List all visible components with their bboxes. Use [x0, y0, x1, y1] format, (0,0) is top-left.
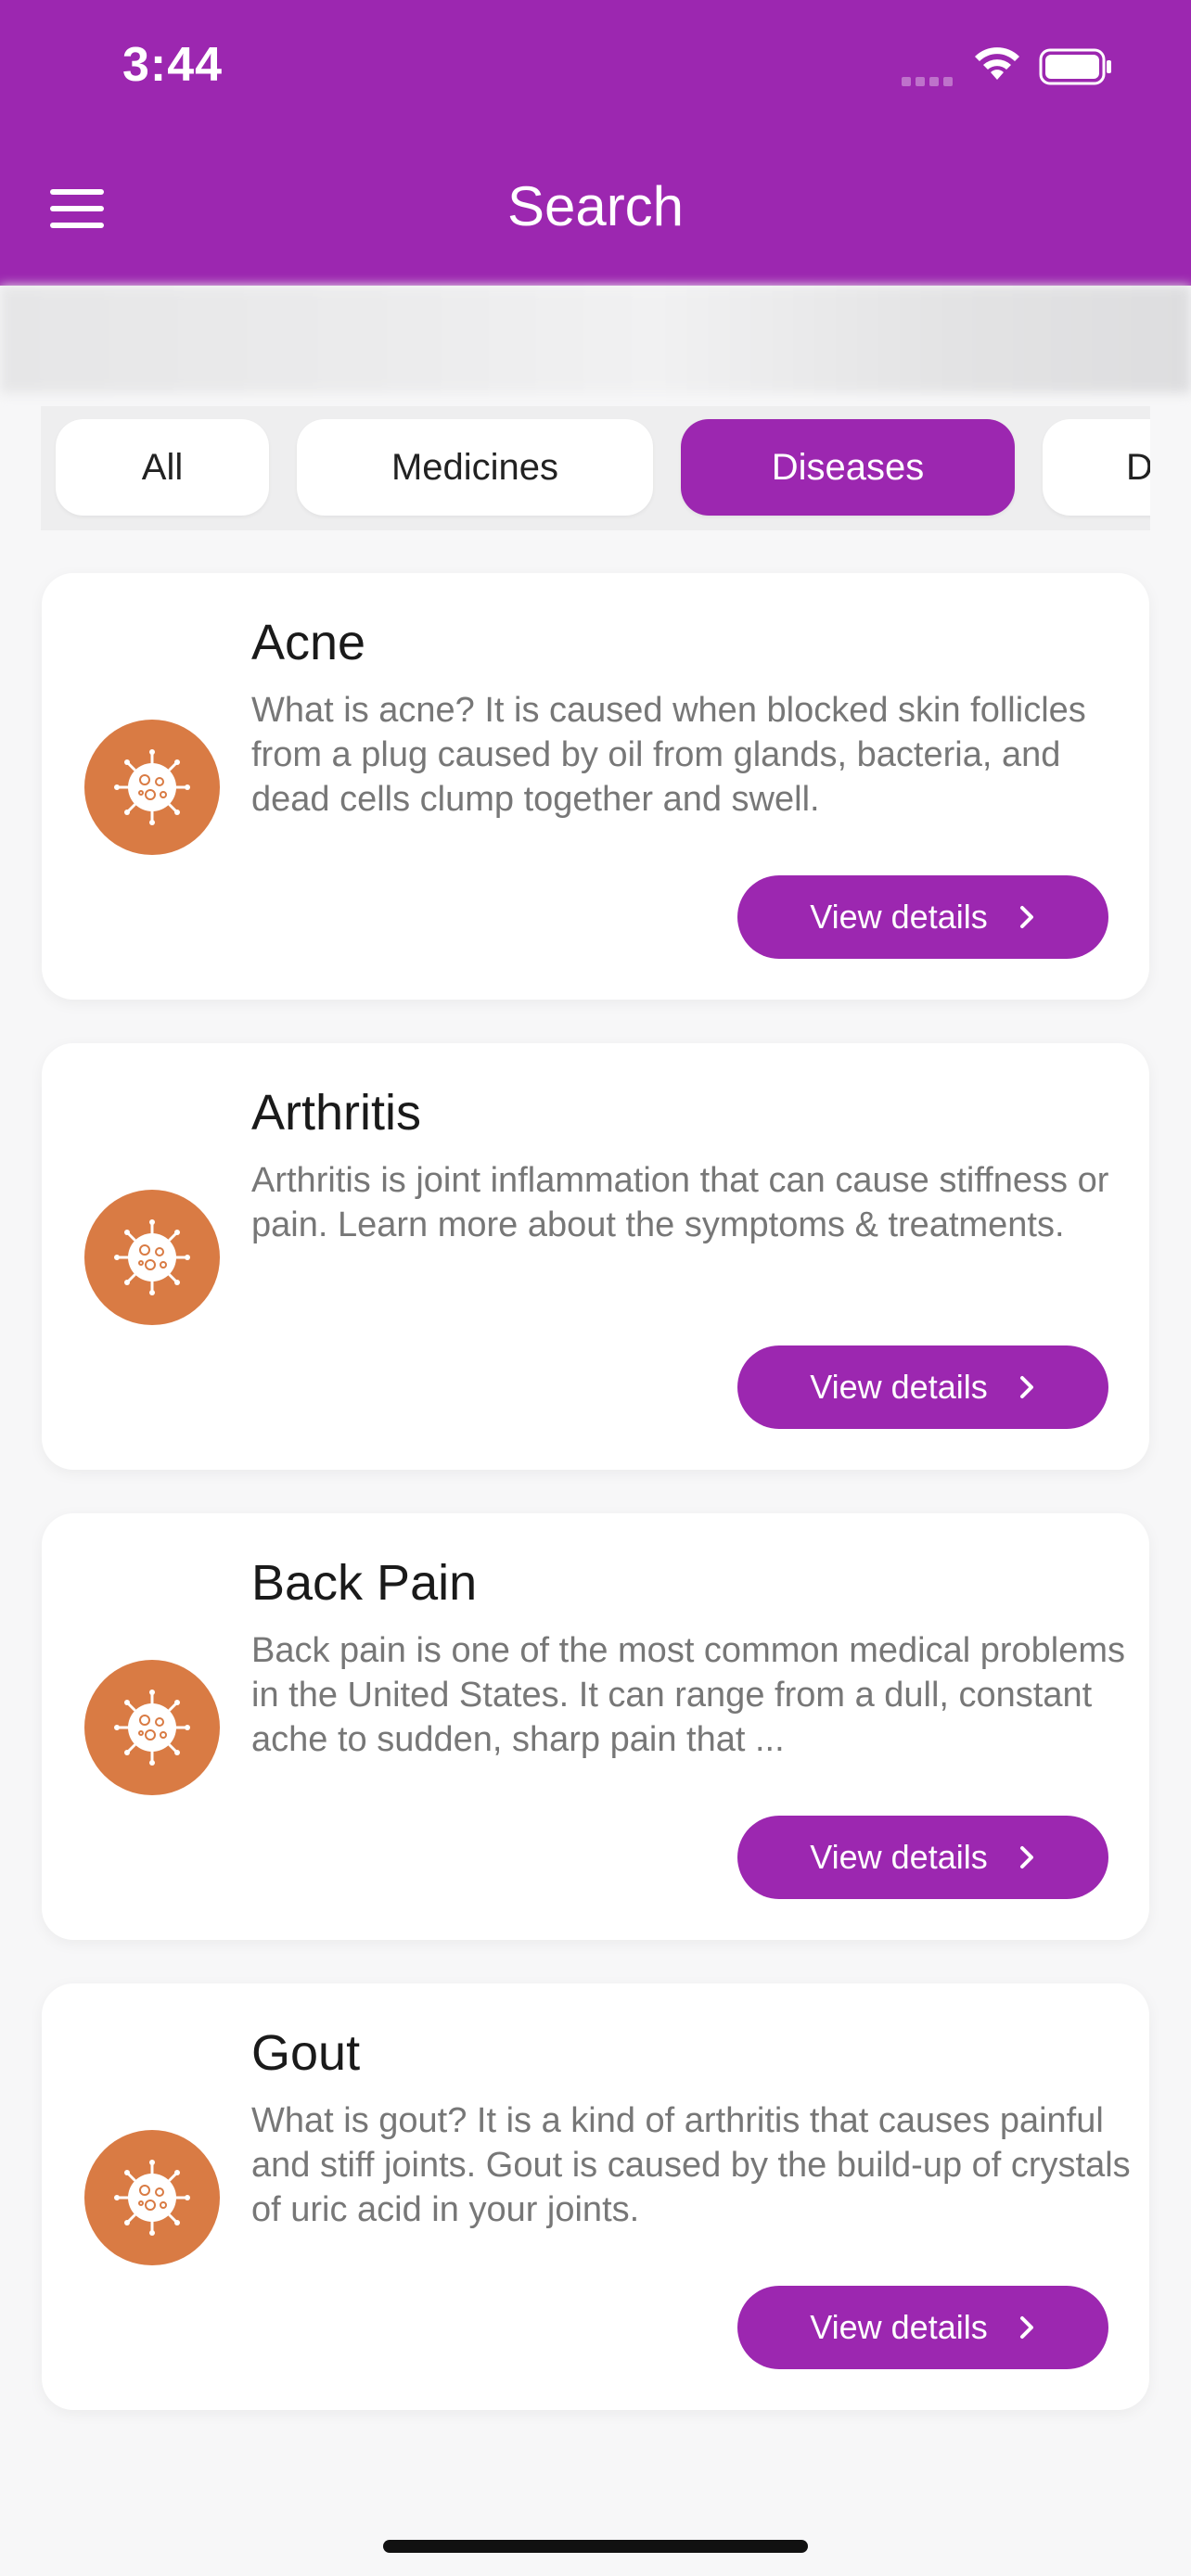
result-description: What is acne? It is caused when blocked …	[251, 691, 1086, 819]
result-card: Back Pain Back pain is one of the most c…	[42, 1513, 1149, 1940]
view-details-label: View details	[810, 1838, 988, 1876]
view-details-label: View details	[810, 2308, 988, 2346]
view-details-button[interactable]: View details	[737, 1345, 1108, 1429]
result-title: Arthritis	[251, 1085, 422, 1141]
view-details-button[interactable]: View details	[737, 2286, 1108, 2369]
view-details-button[interactable]: View details	[737, 875, 1108, 959]
home-indicator[interactable]	[383, 2540, 808, 2553]
result-title: Back Pain	[251, 1555, 478, 1611]
result-description: What is gout? It is a kind of arthritis …	[251, 2101, 1131, 2229]
page-title: Search	[506, 175, 685, 237]
search-bar-blurred[interactable]	[0, 286, 1191, 393]
result-card: Acne What is acne? It is caused when blo…	[42, 573, 1149, 1000]
cellular-signal-icon	[902, 74, 957, 91]
status-time: 3:44	[122, 38, 224, 92]
result-title: Acne	[251, 615, 366, 670]
result-card: Arthritis Arthritis is joint inflammatio…	[42, 1043, 1149, 1470]
chip-diseases[interactable]: Diseases	[681, 419, 1015, 516]
wifi-icon	[975, 47, 1019, 80]
chevron-right-icon	[1018, 1374, 1036, 1400]
view-details-label: View details	[810, 898, 988, 936]
virus-icon	[84, 1660, 220, 1795]
view-details-label: View details	[810, 1368, 988, 1406]
chip-medicines[interactable]: Medicines	[297, 419, 653, 516]
result-card: Gout What is gout? It is a kind of arthr…	[42, 1983, 1149, 2410]
chevron-right-icon	[1018, 1844, 1036, 1870]
chevron-right-icon	[1018, 2315, 1036, 2340]
view-details-button[interactable]: View details	[737, 1816, 1108, 1899]
result-description: Arthritis is joint inflammation that can…	[251, 1161, 1109, 1244]
virus-icon	[84, 2130, 220, 2265]
result-title: Gout	[251, 2025, 361, 2081]
filter-chips: All Medicines Diseases D	[41, 406, 1150, 530]
battery-icon	[1039, 48, 1111, 85]
virus-icon	[84, 1190, 220, 1325]
virus-icon	[84, 720, 220, 855]
chip-all[interactable]: All	[56, 419, 269, 516]
chip-partial[interactable]: D	[1043, 419, 1150, 516]
app-header: 3:44 Search	[0, 0, 1191, 286]
chevron-right-icon	[1018, 904, 1036, 930]
result-description: Back pain is one of the most common medi…	[251, 1631, 1125, 1759]
